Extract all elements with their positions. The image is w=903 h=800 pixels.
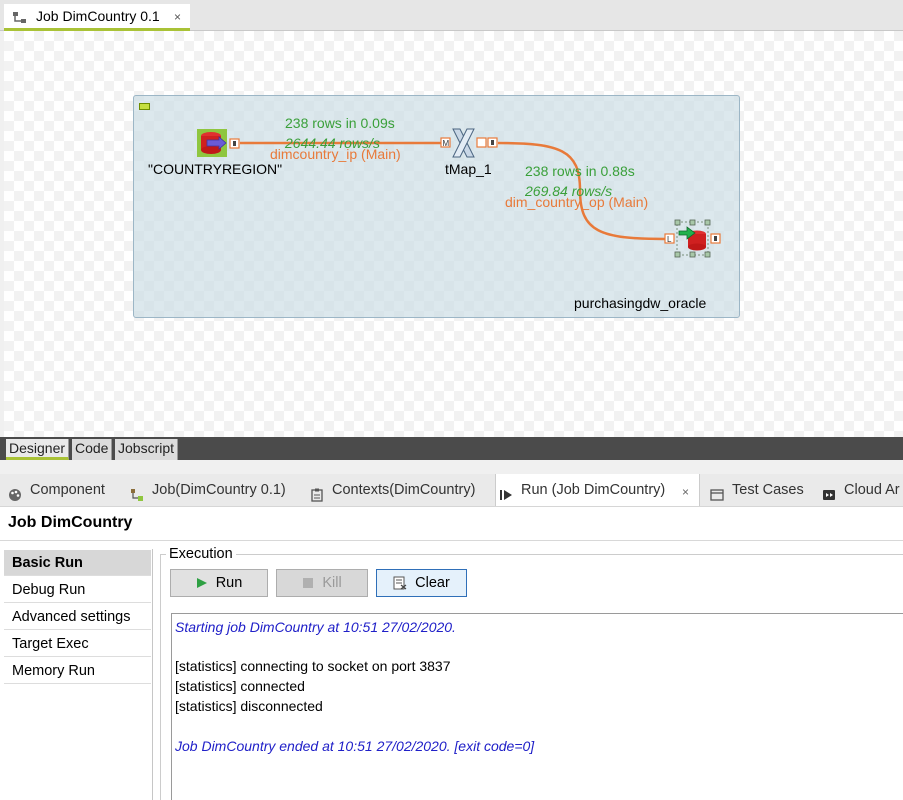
run-button-label: Run (215, 575, 243, 591)
clipboard-icon (310, 482, 324, 502)
run-icon (499, 482, 513, 501)
close-icon[interactable]: × (682, 476, 689, 508)
tab-run[interactable]: Run (Job DimCountry) × (495, 474, 700, 506)
tab-test-cases[interactable]: Test Cases (710, 474, 804, 506)
tmap-component-icon[interactable]: M (440, 127, 500, 162)
job-icon (130, 482, 144, 502)
tab-run-label: Run (Job DimCountry) (521, 482, 666, 498)
source-component-label: "COUNTRYREGION" (148, 161, 283, 177)
lookup-connector-letter: L (667, 235, 672, 244)
cloud-icon (822, 482, 836, 501)
clear-button[interactable]: Clear (376, 569, 467, 597)
source-component-icon[interactable] (197, 128, 241, 161)
execution-label: Execution (166, 546, 236, 562)
tab-code[interactable]: Code (72, 439, 113, 460)
kill-button-label: Kill (322, 575, 342, 591)
target-component-label: purchasingdw_oracle (574, 295, 707, 311)
tab-job[interactable]: Job(DimCountry 0.1) (130, 474, 286, 506)
tab-component[interactable]: Component (8, 474, 105, 506)
tab-jobscript[interactable]: Jobscript (115, 439, 179, 460)
tab-job-label: Job(DimCountry 0.1) (152, 482, 286, 498)
run-button[interactable]: Run (170, 569, 268, 597)
connection-second-rows: 238 rows in 0.88s (525, 163, 635, 179)
connection-second-name[interactable]: dim_country_op (Main) (505, 194, 648, 210)
tab-contexts[interactable]: Contexts(DimCountry) (310, 474, 475, 506)
console-line: Job DimCountry ended at 10:51 27/02/2020… (175, 738, 535, 754)
nav-target-exec[interactable]: Target Exec (4, 631, 151, 657)
main-connector-letter: M (443, 139, 450, 148)
console-line: [statistics] disconnected (175, 698, 323, 714)
nav-debug-run[interactable]: Debug Run (4, 577, 151, 603)
console-line: [statistics] connected (175, 678, 305, 694)
panel-title: Job DimCountry (8, 514, 133, 531)
clear-console-icon (393, 576, 407, 590)
tab-contexts-label: Contexts(DimCountry) (332, 482, 476, 498)
play-icon (196, 578, 207, 588)
target-component-icon[interactable]: L (664, 219, 724, 262)
stop-icon (303, 578, 314, 588)
console-line: Starting job DimCountry at 10:51 27/02/2… (175, 619, 456, 635)
nav-basic-run[interactable]: Basic Run (4, 550, 151, 576)
connections-layer (240, 141, 667, 241)
palette-icon (8, 482, 22, 502)
kill-button[interactable]: Kill (276, 569, 368, 597)
tab-cloud[interactable]: Cloud Ar (822, 474, 900, 506)
tmap-component-label: tMap_1 (445, 161, 492, 177)
nav-memory-run[interactable]: Memory Run (4, 658, 151, 684)
connection-first-name[interactable]: dimcountry_ip (Main) (270, 146, 401, 162)
tab-designer[interactable]: Designer (6, 439, 70, 460)
tab-cloud-label: Cloud Ar (844, 482, 900, 498)
clear-button-label: Clear (415, 575, 450, 591)
nav-advanced-settings[interactable]: Advanced settings (4, 604, 151, 630)
panel-divider (0, 540, 903, 541)
tab-component-label: Component (30, 482, 105, 498)
console-line: [statistics] connecting to socket on por… (175, 658, 451, 674)
window-icon (710, 482, 724, 501)
tab-test-cases-label: Test Cases (732, 482, 804, 498)
connection-first-rows: 238 rows in 0.09s (285, 115, 395, 131)
